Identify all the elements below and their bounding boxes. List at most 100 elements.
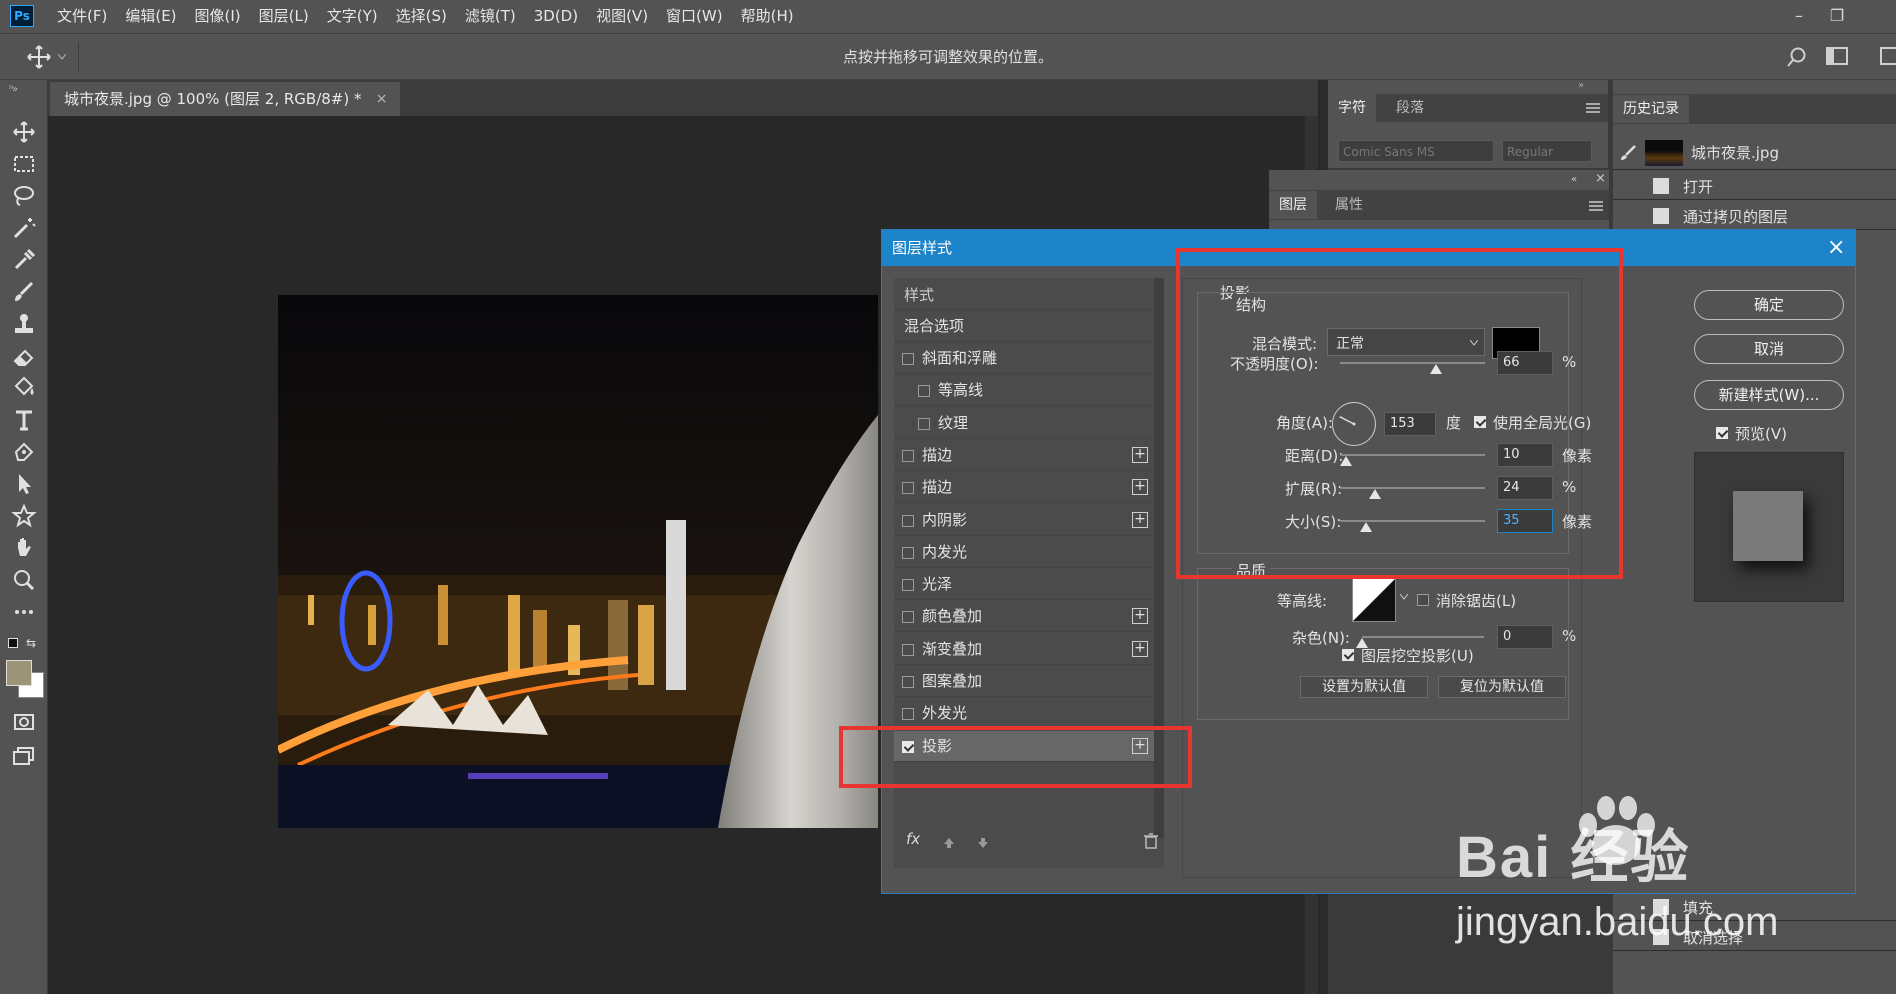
style-item-checkbox[interactable]: [902, 611, 914, 624]
trash-icon[interactable]: [1144, 833, 1158, 849]
styles-header[interactable]: 样式: [894, 284, 1159, 310]
menu-item[interactable]: 图像(I): [186, 0, 250, 33]
style-item[interactable]: 光泽: [894, 569, 1159, 601]
search-icon[interactable]: [1786, 46, 1808, 68]
restore-button[interactable]: ❐: [1824, 4, 1850, 28]
style-item[interactable]: 图案叠加: [894, 666, 1159, 697]
history-snapshot[interactable]: 城市夜景.jpg: [1613, 136, 1896, 170]
magic-wand-tool-icon[interactable]: [10, 214, 38, 242]
document-tab[interactable]: 城市夜景.jpg @ 100% (图层 2, RGB/8#) * ×: [50, 82, 400, 116]
city-night-photo[interactable]: [278, 295, 878, 828]
style-item[interactable]: 等高线: [894, 375, 1159, 407]
font-style-select[interactable]: Regular: [1502, 140, 1592, 162]
menu-item[interactable]: 文件(F): [48, 0, 116, 33]
reset-default-button[interactable]: 复位为默认值: [1438, 676, 1566, 698]
menu-item[interactable]: 帮助(H): [732, 0, 803, 33]
minimize-button[interactable]: –: [1786, 4, 1812, 28]
panel-menu-icon[interactable]: [1589, 200, 1603, 212]
style-item-checkbox[interactable]: [918, 385, 930, 398]
quick-mask-icon[interactable]: [10, 708, 38, 736]
shape-tool-icon[interactable]: [10, 502, 38, 530]
new-style-button[interactable]: 新建样式(W)...: [1694, 380, 1844, 410]
style-item[interactable]: 渐变叠加 +: [894, 634, 1159, 665]
font-family-select[interactable]: Comic Sans MS: [1338, 140, 1494, 162]
style-item[interactable]: 内发光: [894, 537, 1159, 568]
menu-item[interactable]: 滤镜(T): [456, 0, 525, 33]
swap-colors-icon[interactable]: ⇆: [26, 636, 36, 650]
clone-stamp-tool-icon[interactable]: [10, 310, 38, 338]
history-item[interactable]: 打开: [1613, 172, 1896, 200]
blending-options-item[interactable]: 混合选项: [894, 311, 1159, 342]
panel-close-icon[interactable]: ×: [1595, 171, 1606, 186]
style-item[interactable]: 颜色叠加 +: [894, 601, 1159, 633]
eyedropper-tool-icon[interactable]: [10, 246, 38, 274]
style-item-checkbox[interactable]: [902, 353, 914, 365]
style-item[interactable]: 描边 +: [894, 472, 1159, 504]
add-effect-plus-icon[interactable]: +: [1132, 640, 1148, 657]
add-effect-plus-icon[interactable]: +: [1132, 479, 1148, 496]
pen-tool-icon[interactable]: [10, 438, 38, 466]
menu-item[interactable]: 窗口(W): [657, 0, 732, 33]
brush-tool-icon[interactable]: [10, 278, 38, 306]
more-tools-icon[interactable]: [10, 598, 38, 626]
history-item[interactable]: 通过拷贝的图层: [1613, 202, 1896, 230]
screen-mode-icon[interactable]: [10, 742, 38, 770]
preview-checkbox[interactable]: [1716, 427, 1728, 439]
foreground-color-swatch[interactable]: [6, 660, 32, 686]
style-item-checkbox[interactable]: [902, 643, 914, 656]
ok-button[interactable]: 确定: [1694, 290, 1844, 320]
menu-item[interactable]: 编辑(E): [116, 0, 185, 33]
style-item-checkbox[interactable]: [902, 708, 914, 721]
style-item-checkbox[interactable]: [902, 546, 914, 559]
zoom-tool-icon[interactable]: [10, 566, 38, 594]
style-item[interactable]: 外发光: [894, 698, 1159, 730]
style-item[interactable]: 纹理: [894, 408, 1159, 439]
eraser-tool-icon[interactable]: [10, 342, 38, 370]
style-item[interactable]: 内阴影 +: [894, 505, 1159, 536]
anti-alias-checkbox[interactable]: [1417, 594, 1429, 606]
marquee-tool-icon[interactable]: [10, 150, 38, 178]
menu-item[interactable]: 文字(Y): [318, 0, 387, 33]
default-colors-icon[interactable]: [8, 638, 18, 648]
add-effect-plus-icon[interactable]: +: [1132, 511, 1148, 528]
move-tool-icon[interactable]: [10, 118, 38, 146]
style-item-checkbox[interactable]: [918, 417, 930, 430]
type-tool-icon[interactable]: [10, 406, 38, 434]
contour-chevron-down-icon[interactable]: [1400, 594, 1408, 600]
menu-item[interactable]: 3D(D): [525, 0, 587, 33]
cancel-button[interactable]: 取消: [1694, 334, 1844, 364]
layer-knockout-checkbox[interactable]: [1342, 649, 1354, 661]
tab-paragraph[interactable]: 段落: [1386, 94, 1434, 122]
path-selection-tool-icon[interactable]: [10, 470, 38, 498]
add-effect-plus-icon[interactable]: +: [1132, 446, 1148, 463]
menu-item[interactable]: 视图(V): [587, 0, 657, 33]
contour-picker[interactable]: [1352, 578, 1396, 622]
fx-icon[interactable]: fx: [906, 830, 920, 848]
paint-bucket-tool-icon[interactable]: [10, 374, 38, 402]
set-default-button[interactable]: 设置为默认值: [1300, 676, 1428, 698]
lasso-tool-icon[interactable]: [10, 182, 38, 210]
style-item[interactable]: 描边 +: [894, 440, 1159, 471]
menu-item[interactable]: 图层(L): [250, 0, 318, 33]
style-item-checkbox[interactable]: [902, 579, 914, 592]
add-effect-plus-icon[interactable]: +: [1132, 608, 1148, 625]
panel-collapse-icon[interactable]: »: [8, 82, 14, 93]
workspace-icon[interactable]: [1826, 47, 1848, 65]
tab-character[interactable]: 字符: [1328, 94, 1376, 122]
move-down-icon[interactable]: [976, 836, 990, 850]
move-up-icon[interactable]: [942, 836, 956, 850]
dialog-close-icon[interactable]: ×: [1827, 230, 1845, 266]
panel-collapse-icon[interactable]: «: [1571, 174, 1577, 185]
tab-history[interactable]: 历史记录: [1613, 95, 1689, 123]
panel-collapse-icon[interactable]: »: [1578, 80, 1584, 91]
hand-tool-icon[interactable]: [10, 534, 38, 562]
style-item-checkbox[interactable]: [902, 482, 914, 495]
tab-layers[interactable]: 图层: [1269, 191, 1317, 219]
tab-properties[interactable]: 属性: [1325, 191, 1373, 219]
style-item-checkbox[interactable]: [902, 676, 914, 688]
share-icon[interactable]: [1880, 47, 1896, 65]
panel-menu-icon[interactable]: [1586, 102, 1600, 114]
style-item-checkbox[interactable]: [902, 514, 914, 527]
snapshot-brush-icon[interactable]: [1619, 144, 1637, 162]
menu-item[interactable]: 选择(S): [387, 0, 456, 33]
